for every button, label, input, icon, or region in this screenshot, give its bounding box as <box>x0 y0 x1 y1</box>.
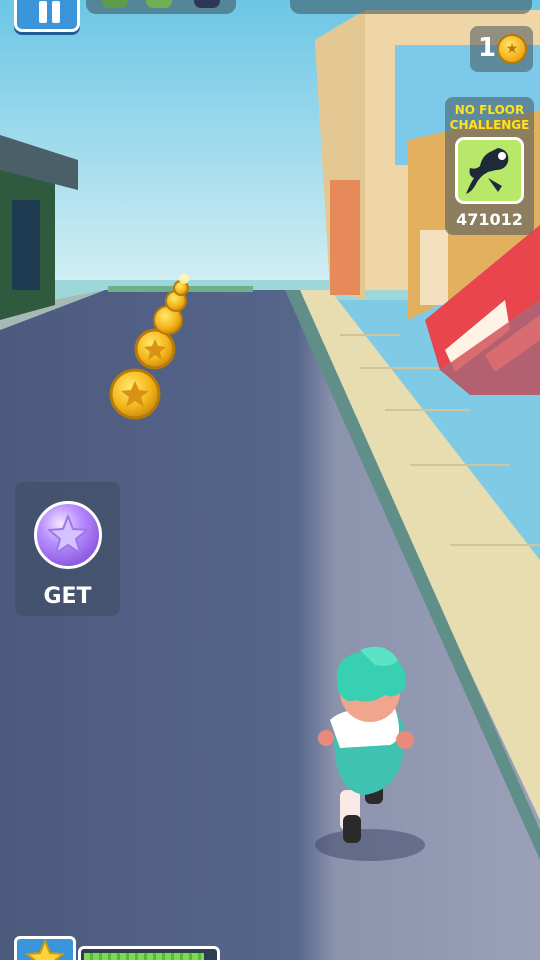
coin-counter: 1 ★ <box>470 26 533 72</box>
game-scene: 1 ★ NO FLOOR CHALLENGE 471012 GET <box>0 0 540 960</box>
coin-count: 1 <box>478 33 497 63</box>
challenge-title: NO FLOOR CHALLENGE <box>449 103 530 132</box>
powerup-slot-2 <box>146 0 172 8</box>
score-bar <box>290 0 532 14</box>
boost-progress-fill <box>84 953 204 960</box>
powerup-slot-3 <box>194 0 220 8</box>
challenge-score: 471012 <box>456 210 523 229</box>
get-label: GET <box>43 584 92 609</box>
player-shadow <box>315 829 425 861</box>
right-door <box>330 180 360 295</box>
star-shape <box>48 515 88 554</box>
dragon-silhouette-icon <box>466 148 509 194</box>
powerup-slot-1 <box>102 0 128 8</box>
coin-6 <box>179 274 189 284</box>
star-icon <box>24 938 66 960</box>
coin-icon: ★ <box>497 34 527 64</box>
star-orb-icon <box>34 501 102 569</box>
challenge-panel[interactable]: NO FLOOR CHALLENGE 471012 <box>445 97 534 235</box>
shop-window <box>420 230 448 305</box>
powerup-strip <box>86 0 236 14</box>
pause-icon-bar <box>52 1 60 23</box>
challenge-badge <box>455 137 524 204</box>
pause-button[interactable] <box>14 0 80 32</box>
left-window <box>12 200 40 290</box>
pause-icon <box>39 1 47 23</box>
boost-button[interactable] <box>14 936 76 960</box>
boost-progress-bar <box>78 946 220 960</box>
